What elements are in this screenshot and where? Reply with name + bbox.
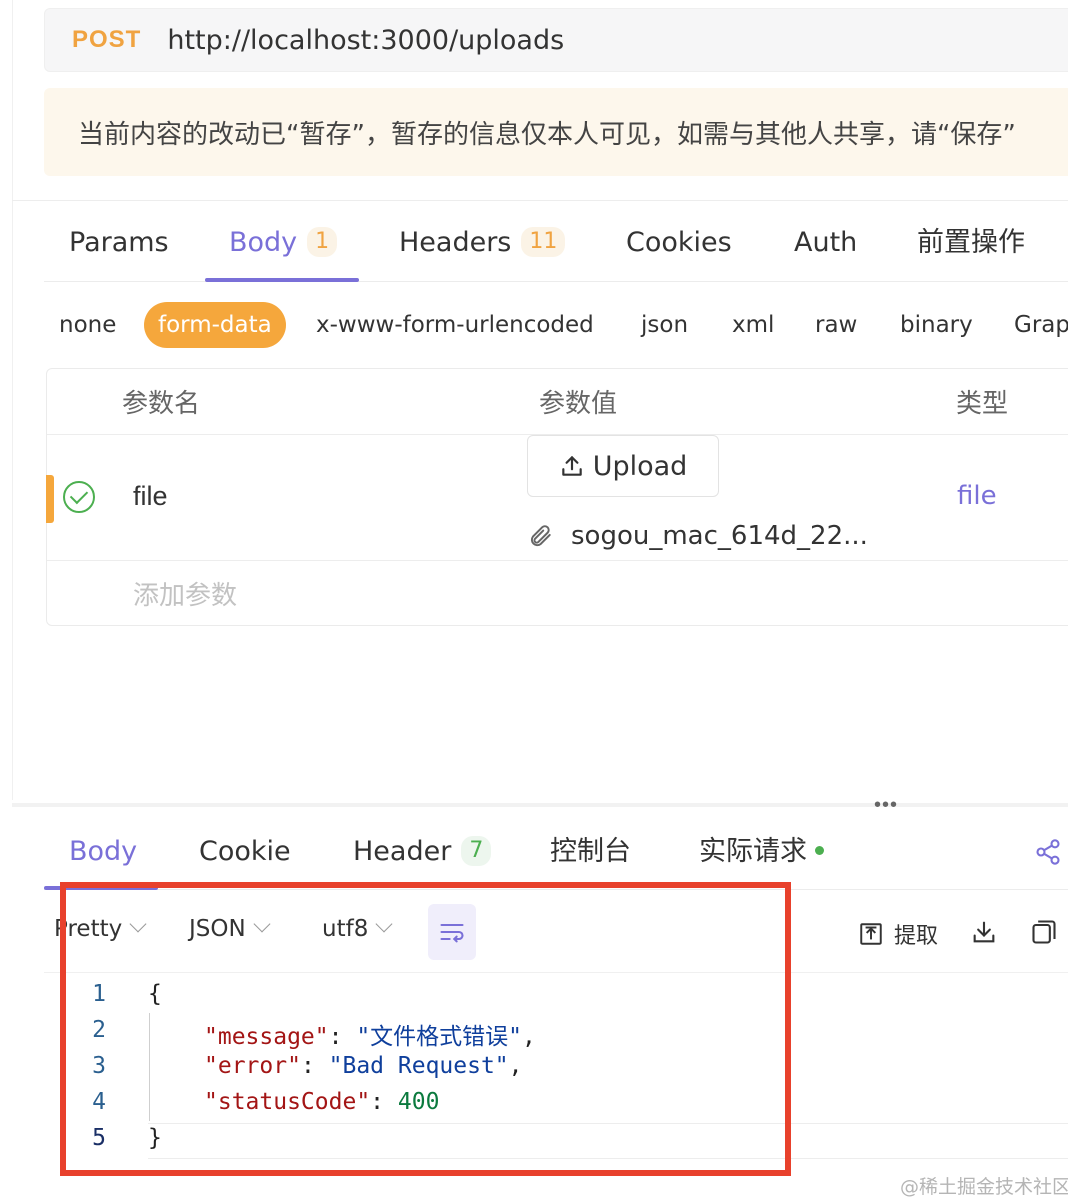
- tab-auth[interactable]: Auth: [794, 208, 857, 282]
- param-type[interactable]: file: [957, 481, 997, 511]
- http-method[interactable]: POST: [72, 26, 141, 54]
- request-tabs: Params Body 1 Headers 11 Cookies Auth 前置操作: [44, 208, 1068, 282]
- download-icon[interactable]: [970, 918, 998, 946]
- more-dots-icon[interactable]: •••: [874, 795, 898, 815]
- params-table: 参数名 参数值 类型 file Upload sogou_mac_614d_22…: [46, 368, 1068, 626]
- check-circle-icon[interactable]: [63, 481, 95, 513]
- draft-notice-text: 当前内容的改动已“暂存”，暂存的信息仅本人可见，如需与其他人共享，请“保存”: [78, 119, 1016, 150]
- upload-button[interactable]: Upload: [527, 435, 719, 497]
- paperclip-icon: [530, 525, 551, 547]
- url-bar[interactable]: POST http://localhost:3000/uploads: [44, 8, 1068, 72]
- selected-file-name[interactable]: sogou_mac_614d_22...: [571, 521, 868, 551]
- param-name[interactable]: file: [133, 481, 168, 512]
- body-type-urlencoded[interactable]: x-www-form-urlencoded: [316, 302, 594, 348]
- share-icon[interactable]: [1034, 838, 1062, 866]
- response-tab-actual-request[interactable]: 实际请求: [699, 818, 824, 890]
- watermark: @稀土掘金技术社区: [900, 1176, 1068, 1198]
- section-divider: [12, 200, 1068, 201]
- column-header-type: 类型: [956, 389, 1009, 419]
- tab-cookies[interactable]: Cookies: [626, 208, 732, 282]
- column-header-value: 参数值: [539, 389, 618, 419]
- tab-body[interactable]: Body 1: [229, 208, 338, 282]
- body-type-binary[interactable]: binary: [900, 302, 973, 348]
- extract-label: 提取: [894, 924, 939, 949]
- response-tabs: Body Cookie Header 7 控制台 实际请求: [44, 818, 1068, 890]
- body-type-form-data[interactable]: form-data: [144, 302, 286, 348]
- body-type-selector: none form-data x-www-form-urlencoded jso…: [44, 302, 1068, 352]
- extract-icon: [860, 923, 882, 945]
- tab-params[interactable]: Params: [69, 208, 169, 282]
- body-type-raw[interactable]: raw: [815, 302, 857, 348]
- upload-icon: [561, 456, 582, 476]
- headers-count-badge: 11: [521, 227, 566, 257]
- body-type-none[interactable]: none: [59, 302, 116, 348]
- body-type-json[interactable]: json: [641, 302, 688, 348]
- left-divider: [12, 0, 13, 800]
- extract-button[interactable]: 提取: [858, 918, 938, 950]
- row-divider: [47, 560, 1068, 561]
- response-tab-header[interactable]: Header 7: [353, 818, 492, 890]
- draft-notice: 当前内容的改动已“暂存”，暂存的信息仅本人可见，如需与其他人共享，请“保存”: [44, 88, 1068, 176]
- tab-headers[interactable]: Headers 11: [399, 208, 566, 282]
- response-tab-console[interactable]: 控制台: [550, 818, 631, 890]
- status-dot: [815, 846, 824, 855]
- response-tab-body[interactable]: Body: [69, 818, 137, 890]
- body-type-xml[interactable]: xml: [732, 302, 774, 348]
- add-param-placeholder[interactable]: 添加参数: [133, 575, 237, 612]
- panel-resize-handle[interactable]: [12, 803, 1068, 807]
- tab-pre-actions[interactable]: 前置操作: [917, 208, 1025, 282]
- annotation-highlight-box: [60, 882, 791, 1176]
- upload-label: Upload: [592, 450, 688, 482]
- body-count-badge: 1: [307, 227, 338, 257]
- column-header-name: 参数名: [122, 389, 201, 419]
- response-tab-cookie[interactable]: Cookie: [199, 818, 291, 890]
- row-active-marker: [46, 475, 54, 523]
- request-url[interactable]: http://localhost:3000/uploads: [167, 25, 564, 56]
- header-count-badge: 7: [461, 836, 492, 866]
- copy-icon[interactable]: [1030, 918, 1058, 946]
- body-type-graphql[interactable]: GraphQL: [1014, 302, 1068, 348]
- active-tab-indicator: [205, 278, 359, 282]
